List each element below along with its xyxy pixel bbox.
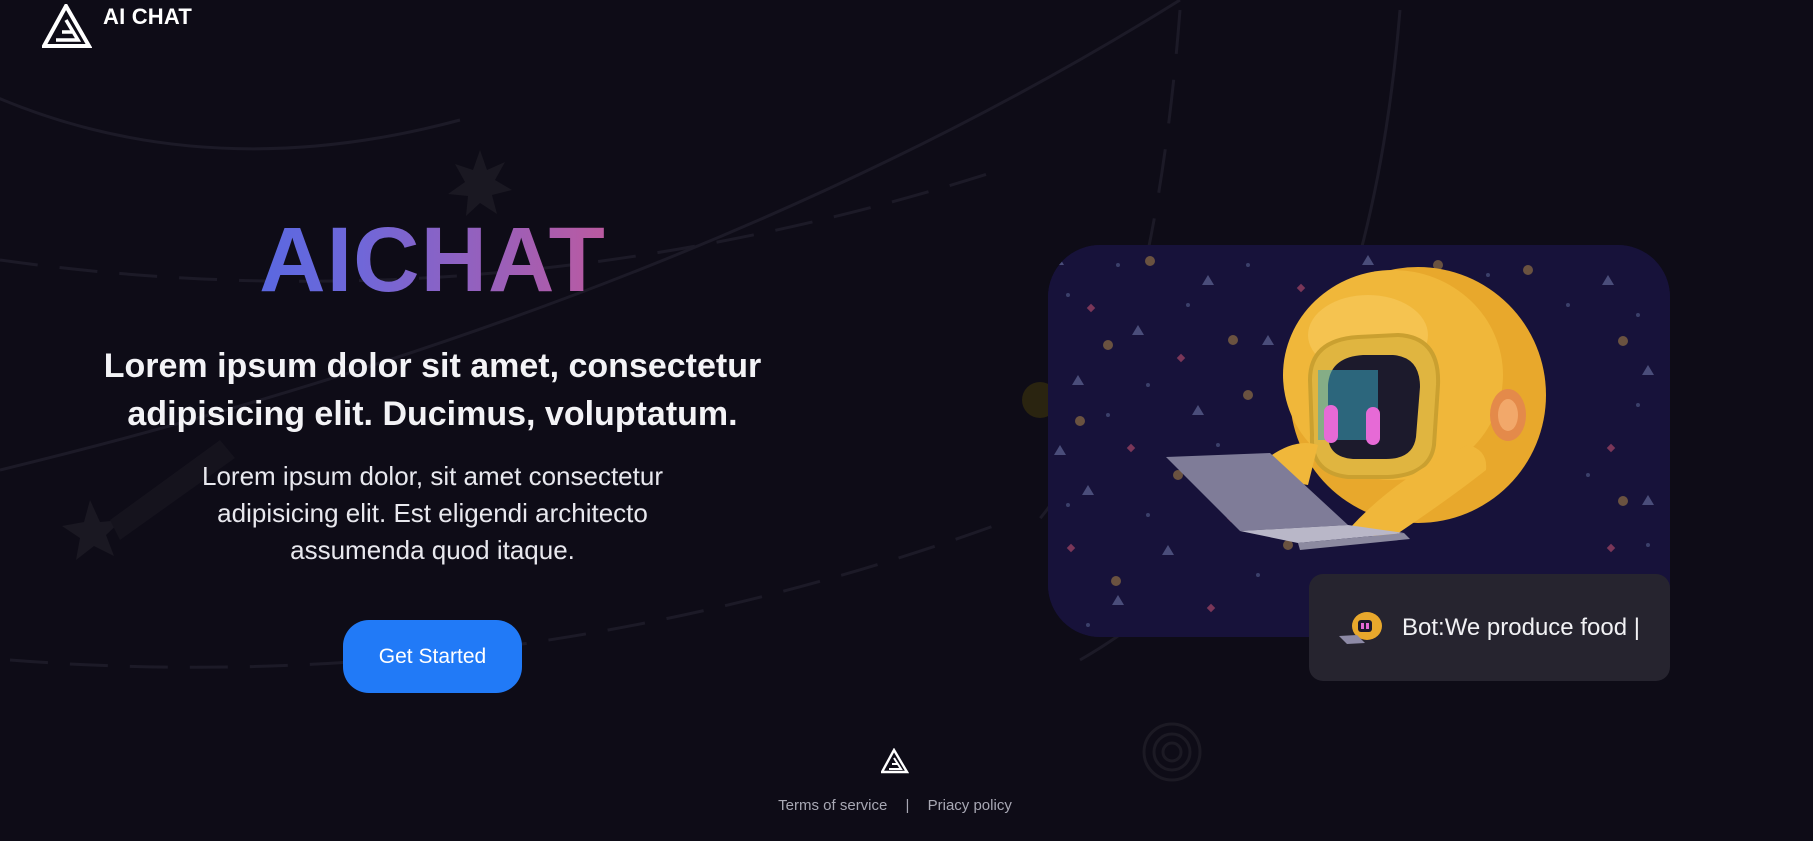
chat-message: Bot:We produce food | [1402, 613, 1640, 641]
home-logo-link[interactable]: AI CHAT [42, 4, 192, 50]
hero-description: Lorem ipsum dolor, sit amet consectetur … [202, 461, 663, 565]
robot-avatar-icon [1339, 611, 1382, 644]
privacy-policy-link[interactable]: Priacy policy [928, 797, 1012, 814]
footer-links: Terms of service | Priacy policy [0, 797, 1790, 814]
triangle-logo-icon [42, 4, 92, 48]
brand-name: AI CHAT [103, 4, 192, 29]
hero-title: AICHAT [60, 200, 805, 320]
footer: Terms of service | Priacy policy [0, 748, 1790, 814]
hero-section: AICHAT Lorem ipsum dolor sit amet, conse… [60, 200, 805, 693]
chat-bubble: Bot:We produce food | [1309, 574, 1670, 681]
hero-subtitle: Lorem ipsum dolor sit amet, consectetur … [103, 347, 762, 433]
get-started-button[interactable]: Get Started [343, 620, 522, 693]
terms-of-service-link[interactable]: Terms of service [778, 797, 887, 814]
triangle-logo-icon [881, 748, 909, 774]
page: AI CHAT AICHAT Lorem ipsum dolor sit ame… [0, 0, 1813, 841]
footer-separator: | [905, 797, 910, 814]
